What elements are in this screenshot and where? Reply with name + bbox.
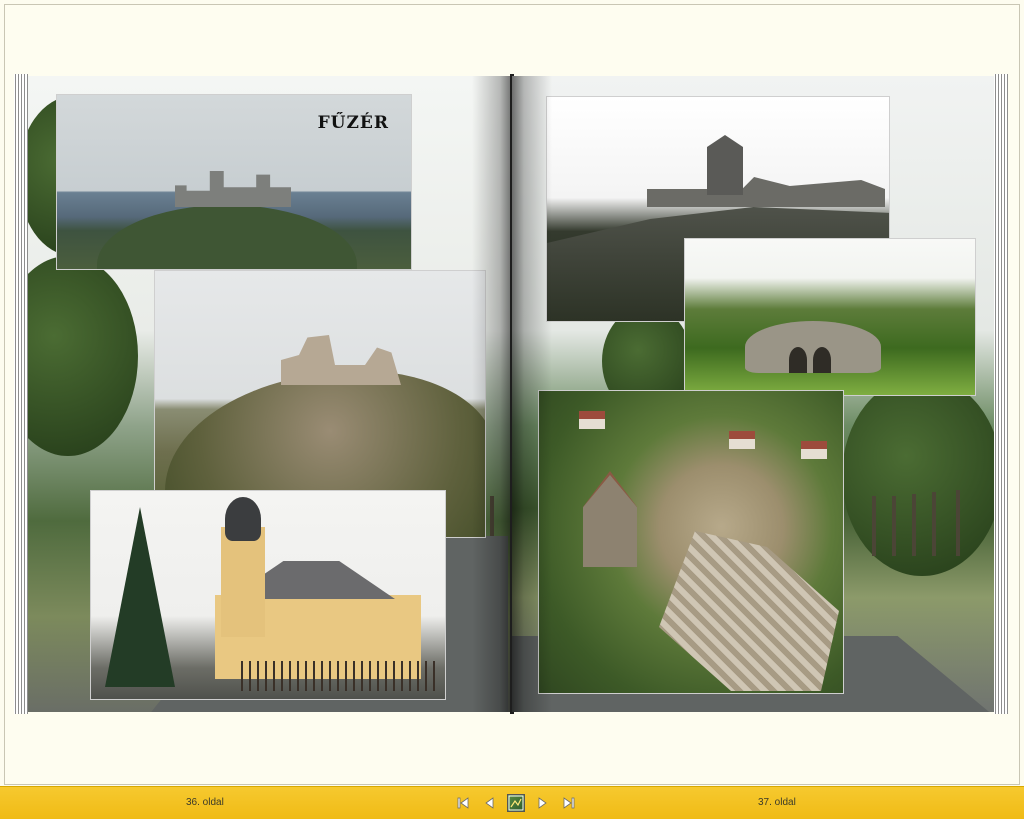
photo-castle-on-ridge[interactable]: FŰZÉR [56,94,412,270]
fence-post [956,490,960,556]
right-page[interactable] [512,76,994,712]
fence [241,661,441,691]
last-page-icon [563,797,575,809]
photo-book-spread: FŰZÉR [14,74,1008,714]
previous-page-icon [485,797,494,809]
right-page-number: 37. oldal [758,797,796,808]
first-page-button[interactable] [455,794,471,812]
first-page-icon [457,797,469,809]
village-house [801,441,827,459]
fence-post [912,494,916,556]
page-title: FŰZÉR [317,113,389,133]
cellar-door [813,347,831,373]
thumbnail-icon [508,795,524,811]
fence-post [932,492,936,556]
castle-wall-silhouette [647,177,885,207]
photo-aerial-castle[interactable] [538,390,844,694]
photo-church[interactable] [90,490,446,700]
gutter-shadow [472,76,512,712]
previous-page-button[interactable] [481,794,497,812]
village-house [729,431,755,449]
gutter-shadow [512,76,552,712]
castle-keep-silhouette [707,135,743,195]
left-page[interactable]: FŰZÉR [28,76,512,712]
left-page-number: 36. oldal [186,797,224,808]
page-navigation-controls [455,793,577,813]
fir-tree-shape [105,507,175,687]
page-stack-left [14,74,28,714]
ruin-silhouette [281,335,401,385]
photo-wine-cellar[interactable] [684,238,976,396]
castle-tower [583,475,637,567]
church-dome [225,497,261,541]
fence-post [892,496,896,556]
background-tree [28,256,138,456]
page-thumbnail-button[interactable] [507,794,525,812]
fence-post [872,496,876,556]
next-page-icon [538,797,547,809]
hill-shape [97,205,357,269]
cellar-door [789,347,807,373]
castle-ruins [659,531,839,691]
castle-silhouette [175,171,291,207]
page-stack-right [994,74,1008,714]
navigation-bar: 36. oldal 37. oldal [0,786,1024,819]
last-page-button[interactable] [561,794,577,812]
village-house [579,411,605,429]
church-tower [221,527,265,637]
next-page-button[interactable] [535,794,551,812]
background-tree [842,376,994,576]
